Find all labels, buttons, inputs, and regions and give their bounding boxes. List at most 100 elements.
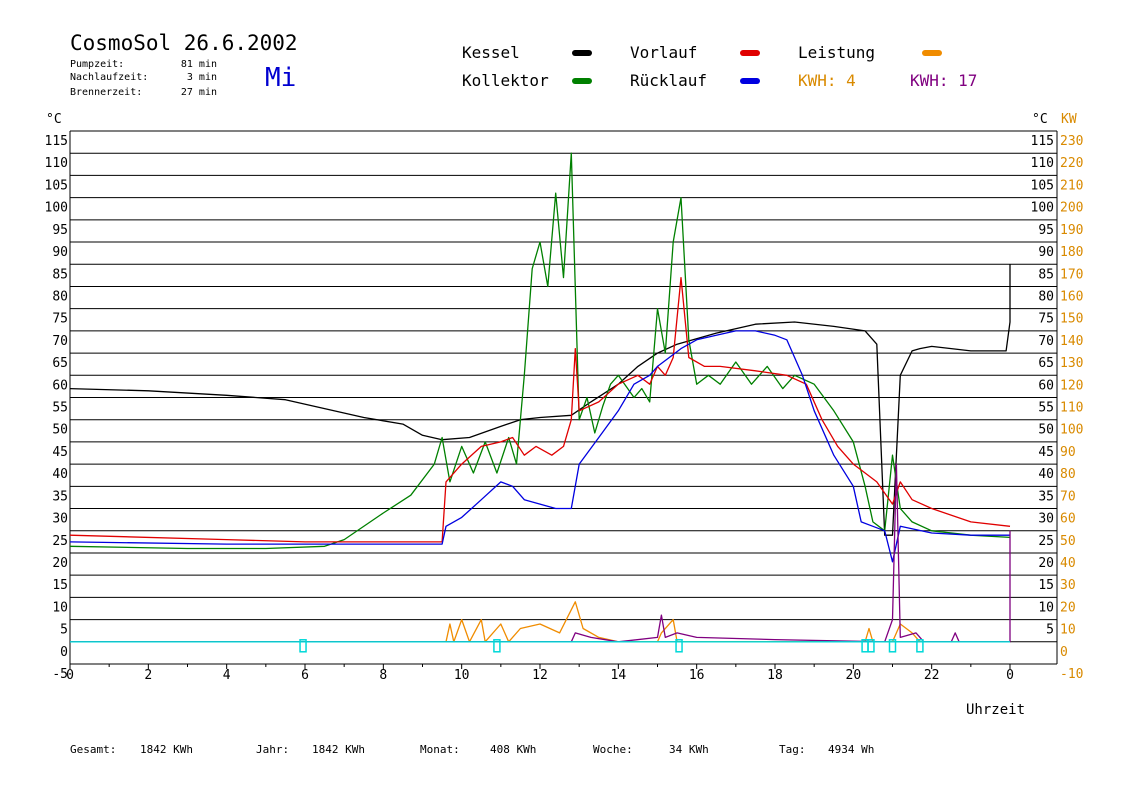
y-right-tick-label: 30 bbox=[1038, 512, 1054, 527]
x-tick-label: 12 bbox=[532, 668, 548, 683]
x-tick-label: 4 bbox=[223, 668, 231, 683]
y-tick-label: 50 bbox=[52, 423, 68, 438]
y-tick-label: 95 bbox=[52, 223, 68, 238]
y-power-tick-label: 10 bbox=[1060, 623, 1076, 638]
y-tick-label: 80 bbox=[52, 289, 68, 304]
y-power-tick-label: 80 bbox=[1060, 467, 1076, 482]
y-right-tick-label: 105 bbox=[1031, 178, 1054, 193]
y-right-tick-label: 70 bbox=[1038, 334, 1054, 349]
y-power-tick-label: 160 bbox=[1060, 289, 1083, 304]
x-tick-label: 16 bbox=[689, 668, 705, 683]
y-tick-label: 70 bbox=[52, 334, 68, 349]
x-tick-label: 6 bbox=[301, 668, 309, 683]
footer-label: Gesamt: bbox=[70, 743, 116, 756]
y-tick-label: 40 bbox=[52, 467, 68, 482]
y-tick-label: 10 bbox=[52, 600, 68, 615]
y-tick-label: 110 bbox=[45, 156, 68, 171]
legend-label: Leistung bbox=[798, 43, 875, 62]
right-power-unit: KW bbox=[1061, 112, 1077, 127]
y-right-tick-label: 100 bbox=[1031, 201, 1054, 216]
y-right-tick-label: 40 bbox=[1038, 467, 1054, 482]
x-tick-label: 0 bbox=[1006, 668, 1014, 683]
y-right-tick-label: 95 bbox=[1038, 223, 1054, 238]
footer-value: 408 KWh bbox=[490, 743, 536, 756]
y-power-tick-label: 30 bbox=[1060, 578, 1076, 593]
y-power-tick-label: 190 bbox=[1060, 223, 1083, 238]
footer-value: 34 KWh bbox=[669, 743, 709, 756]
y-power-tick-label: 60 bbox=[1060, 512, 1076, 527]
y-right-tick-label: 60 bbox=[1038, 378, 1054, 393]
chart-canvas: CosmoSol 26.6.2002 Mi Pumpzeit: 81 min N… bbox=[45, 31, 1084, 756]
y-right-tick-label: 110 bbox=[1031, 156, 1054, 171]
stats-block: Pumpzeit: 81 min Nachlaufzeit: 3 min Bre… bbox=[70, 59, 217, 98]
y-power-tick-label: 90 bbox=[1060, 445, 1076, 460]
y-tick-label: 15 bbox=[52, 578, 68, 593]
y-right-tick-label: 75 bbox=[1038, 312, 1054, 327]
y-right-tick-label: 25 bbox=[1038, 534, 1054, 549]
x-tick-label: 18 bbox=[767, 668, 783, 683]
x-tick-label: 20 bbox=[846, 668, 862, 683]
stat-value: 27 min bbox=[181, 87, 217, 98]
y-power-tick-label: 230 bbox=[1060, 134, 1083, 149]
y-power-tick-label: -10 bbox=[1060, 667, 1083, 682]
kwh-orange: KWH: 4 bbox=[798, 71, 856, 90]
y-tick-label: 90 bbox=[52, 245, 68, 260]
stat-value: 3 min bbox=[187, 72, 217, 83]
stat-label: Pumpzeit: bbox=[70, 59, 124, 70]
x-tick-label: 14 bbox=[611, 668, 627, 683]
grid bbox=[69, 130, 1058, 665]
footer-label: Tag: bbox=[779, 743, 806, 756]
y-right-tick-label: 5 bbox=[1046, 623, 1054, 638]
kwh-purple: KWH: 17 bbox=[910, 71, 977, 90]
y-right-tick-label: 15 bbox=[1038, 578, 1054, 593]
stat-value: 81 min bbox=[181, 59, 217, 70]
x-tick-label: 0 bbox=[66, 668, 74, 683]
y-power-tick-label: 110 bbox=[1060, 401, 1083, 416]
axis-ticks: 1151101051009590858075706560555045403530… bbox=[45, 134, 1084, 683]
y-power-tick-label: 130 bbox=[1060, 356, 1083, 371]
y-power-tick-label: 120 bbox=[1060, 378, 1083, 393]
footer-value: 1842 KWh bbox=[312, 743, 365, 756]
footer-totals: Gesamt: 1842 KWh Jahr: 1842 KWh Monat: 4… bbox=[70, 743, 874, 756]
footer-label: Jahr: bbox=[256, 743, 289, 756]
x-tick-label: 22 bbox=[924, 668, 940, 683]
legend-label: Rücklauf bbox=[630, 71, 707, 90]
legend-label: Kollektor bbox=[462, 71, 549, 90]
y-tick-label: 65 bbox=[52, 356, 68, 371]
y-tick-label: 100 bbox=[45, 201, 68, 216]
y-tick-label: 35 bbox=[52, 489, 68, 504]
y-right-tick-label: 10 bbox=[1038, 600, 1054, 615]
y-tick-label: 0 bbox=[60, 645, 68, 660]
chart-title: CosmoSol 26.6.2002 bbox=[70, 31, 298, 55]
y-tick-label: 30 bbox=[52, 512, 68, 527]
y-power-tick-label: 50 bbox=[1060, 534, 1076, 549]
y-right-tick-label: 45 bbox=[1038, 445, 1054, 460]
x-tick-label: 10 bbox=[454, 668, 470, 683]
series-line-kollektor bbox=[69, 152, 1011, 550]
stat-label: Brennerzeit: bbox=[70, 87, 142, 98]
day-label: Mi bbox=[265, 63, 296, 93]
footer-value: 1842 KWh bbox=[140, 743, 193, 756]
y-power-tick-label: 20 bbox=[1060, 600, 1076, 615]
y-tick-label: 105 bbox=[45, 178, 68, 193]
series-line-r-cklauf bbox=[69, 330, 1010, 563]
right-temp-unit: °C bbox=[1032, 112, 1048, 127]
legend: Kessel Vorlauf Leistung Kollektor Rückla… bbox=[462, 43, 977, 90]
stat-label: Nachlaufzeit: bbox=[70, 72, 148, 83]
left-unit: °C bbox=[46, 112, 62, 127]
y-power-tick-label: 140 bbox=[1060, 334, 1083, 349]
legend-label: Kessel bbox=[462, 43, 520, 62]
y-power-tick-label: 150 bbox=[1060, 312, 1083, 327]
y-tick-label: 25 bbox=[52, 534, 68, 549]
x-tick-label: 2 bbox=[144, 668, 152, 683]
y-right-tick-label: 35 bbox=[1038, 489, 1054, 504]
y-power-tick-label: 220 bbox=[1060, 156, 1083, 171]
y-tick-label: 115 bbox=[45, 134, 68, 149]
y-power-tick-label: 170 bbox=[1060, 267, 1083, 282]
legend-label: Vorlauf bbox=[630, 43, 697, 62]
y-tick-label: 55 bbox=[52, 401, 68, 416]
y-right-tick-label: 80 bbox=[1038, 289, 1054, 304]
y-tick-label: 20 bbox=[52, 556, 68, 571]
y-power-tick-label: 40 bbox=[1060, 556, 1076, 571]
y-tick-label: 45 bbox=[52, 445, 68, 460]
